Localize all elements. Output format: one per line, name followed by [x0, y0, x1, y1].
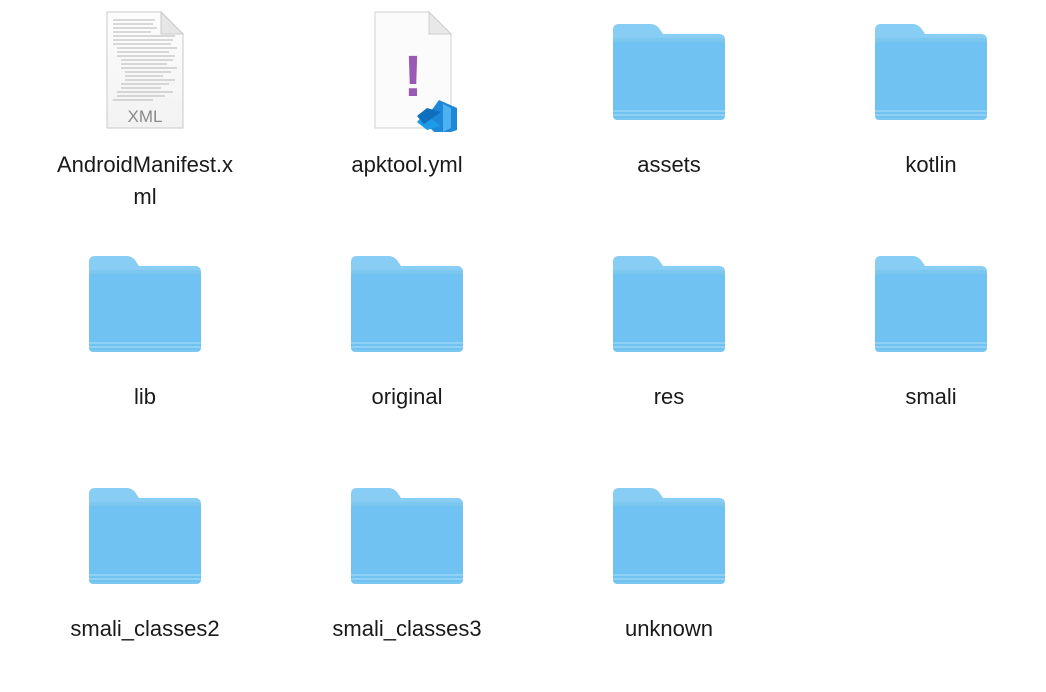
folder-label: original — [371, 384, 443, 409]
folder-label: assets — [637, 152, 701, 177]
folder-label: lib — [133, 384, 156, 409]
folder-icon — [607, 8, 731, 132]
folder-icon — [345, 240, 469, 364]
xml-file-icon: XML — [83, 8, 207, 132]
file-label: apktool.yml — [351, 152, 463, 177]
file-item-apktool[interactable]: ! apktool.yml — [292, 8, 522, 228]
folder-item-kotlin[interactable]: kotlin — [816, 8, 1046, 228]
finder-icon-grid: XML AndroidManifest.x ml ! apktool.yml a… — [0, 0, 1046, 690]
exclamation-mark: ! — [403, 44, 422, 109]
folder-item-lib[interactable]: lib — [30, 240, 260, 460]
folder-icon — [345, 472, 469, 596]
folder-icon — [607, 240, 731, 364]
folder-item-assets[interactable]: assets — [554, 8, 784, 228]
folder-item-unknown[interactable]: unknown — [554, 472, 784, 692]
folder-item-original[interactable]: original — [292, 240, 522, 460]
folder-label: smali_classes3 — [332, 616, 482, 641]
folder-icon — [869, 240, 993, 364]
yml-file-icon: ! — [345, 8, 469, 132]
folder-item-smali-classes3[interactable]: smali_classes3 — [292, 472, 522, 692]
xml-badge-text: XML — [128, 107, 163, 126]
folder-label: kotlin — [905, 152, 957, 177]
file-label: AndroidManifest.x ml — [56, 152, 234, 209]
folder-label: unknown — [624, 616, 714, 641]
folder-icon — [869, 8, 993, 132]
folder-item-res[interactable]: res — [554, 240, 784, 460]
folder-icon — [607, 472, 731, 596]
folder-icon — [83, 240, 207, 364]
folder-label: res — [653, 384, 685, 409]
folder-item-smali[interactable]: smali — [816, 240, 1046, 460]
folder-item-smali-classes2[interactable]: smali_classes2 — [30, 472, 260, 692]
file-item-androidmanifest[interactable]: XML AndroidManifest.x ml — [30, 8, 260, 228]
folder-label: smali_classes2 — [70, 616, 220, 641]
folder-icon — [83, 472, 207, 596]
folder-label: smali — [905, 384, 957, 409]
